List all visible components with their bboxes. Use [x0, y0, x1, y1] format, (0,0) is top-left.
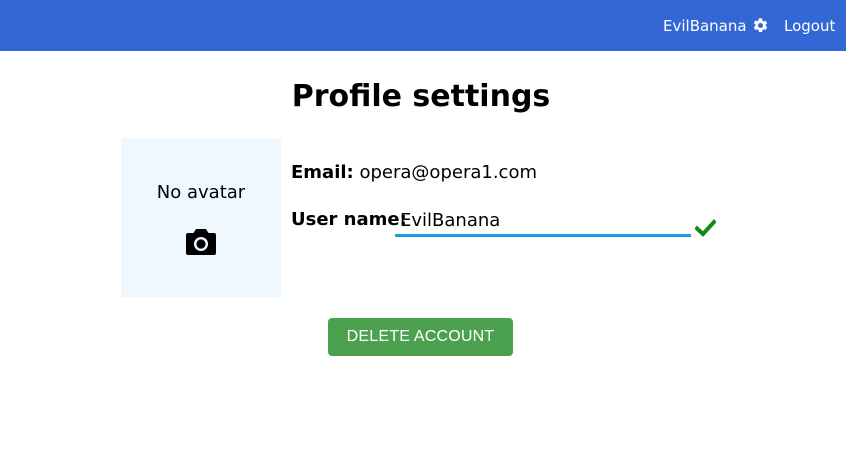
page-title: Profile settings — [291, 79, 551, 114]
username-label: User name: — [291, 209, 407, 230]
user-settings-link[interactable]: EvilBanana — [663, 0, 769, 51]
nav-username: EvilBanana — [663, 16, 747, 35]
email-value: opera@opera1.com — [359, 162, 537, 183]
avatar-placeholder-text: No avatar — [156, 182, 246, 203]
camera-icon[interactable] — [185, 228, 217, 256]
username-row: User name: — [291, 208, 407, 232]
delete-account-button[interactable]: DELETE ACCOUNT — [328, 318, 513, 356]
avatar-upload[interactable]: No avatar — [121, 138, 281, 297]
email-label: Email: — [291, 162, 354, 183]
top-navbar: EvilBanana Logout — [0, 0, 846, 51]
gear-icon — [753, 18, 767, 33]
logout-link[interactable]: Logout — [784, 0, 835, 51]
email-row: Email: opera@opera1.com — [291, 161, 537, 185]
checkmark-icon — [695, 219, 716, 237]
username-input[interactable] — [395, 207, 691, 237]
